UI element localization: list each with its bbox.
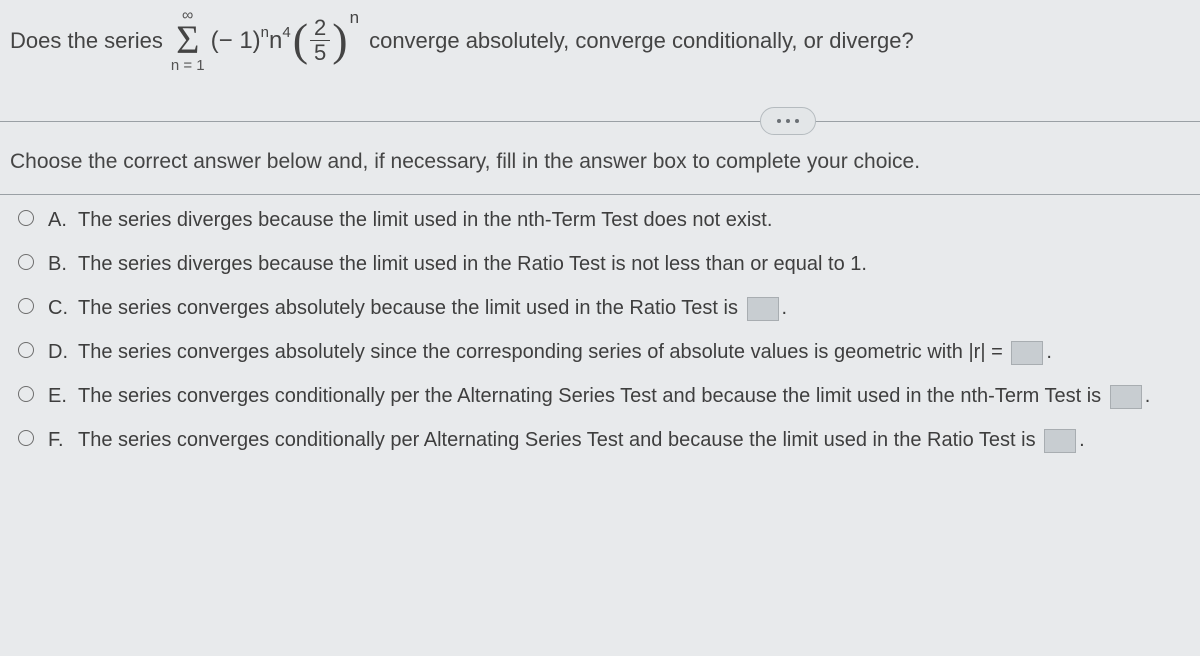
sigma-block: ∞ Σ n = 1 xyxy=(171,8,205,73)
option-b-text: The series diverges because the limit us… xyxy=(78,249,1190,279)
option-f[interactable]: F. The series converges conditionally pe… xyxy=(18,425,1190,455)
option-e[interactable]: E. The series converges conditionally pe… xyxy=(18,381,1190,411)
series-term: (− 1)nn4 xyxy=(211,26,291,55)
sigma-symbol: Σ xyxy=(176,24,199,56)
left-paren: ( xyxy=(293,22,308,59)
divider xyxy=(0,121,1200,122)
answer-box-e[interactable] xyxy=(1110,385,1142,409)
option-b[interactable]: B. The series diverges because the limit… xyxy=(18,249,1190,279)
option-a-letter: A. xyxy=(48,205,78,235)
series-expression: ∞ Σ n = 1 (− 1)nn4 ( 2 5 ) n xyxy=(171,8,361,73)
question-container: Does the series ∞ Σ n = 1 (− 1)nn4 ( 2 5 xyxy=(0,0,1200,656)
question-prefix: Does the series xyxy=(10,28,163,54)
option-f-text: The series converges conditionally per A… xyxy=(78,425,1190,455)
option-c-letter: C. xyxy=(48,293,78,323)
question-suffix: converge absolutely, converge conditiona… xyxy=(369,28,914,54)
option-a[interactable]: A. The series diverges because the limit… xyxy=(18,205,1190,235)
option-d-letter: D. xyxy=(48,337,78,367)
fraction-denominator: 5 xyxy=(310,41,330,65)
option-e-text: The series converges conditionally per t… xyxy=(78,381,1190,411)
option-c[interactable]: C. The series converges absolutely becau… xyxy=(18,293,1190,323)
radio-a[interactable] xyxy=(18,210,34,226)
answer-box-f[interactable] xyxy=(1044,429,1076,453)
option-a-text: The series diverges because the limit us… xyxy=(78,205,1190,235)
option-d[interactable]: D. The series converges absolutely since… xyxy=(18,337,1190,367)
sigma-lower: n = 1 xyxy=(171,58,205,73)
radio-e[interactable] xyxy=(18,386,34,402)
fraction: 2 5 xyxy=(310,16,330,66)
option-e-letter: E. xyxy=(48,381,78,411)
instruction-text: Choose the correct answer below and, if … xyxy=(0,132,1200,180)
fraction-exponent: n xyxy=(350,8,359,28)
fraction-numerator: 2 xyxy=(310,16,330,40)
option-d-text: The series converges absolutely since th… xyxy=(78,337,1190,367)
expand-pill[interactable] xyxy=(760,107,816,135)
option-c-text: The series converges absolutely because … xyxy=(78,293,1190,323)
radio-b[interactable] xyxy=(18,254,34,270)
answer-box-c[interactable] xyxy=(747,297,779,321)
ellipsis-icon xyxy=(777,119,799,123)
option-b-letter: B. xyxy=(48,249,78,279)
option-f-letter: F. xyxy=(48,425,78,455)
radio-c[interactable] xyxy=(18,298,34,314)
answer-options: A. The series diverges because the limit… xyxy=(0,195,1200,479)
radio-f[interactable] xyxy=(18,430,34,446)
radio-d[interactable] xyxy=(18,342,34,358)
answer-box-d[interactable] xyxy=(1011,341,1043,365)
fraction-block: ( 2 5 ) n xyxy=(293,16,359,66)
right-paren: ) xyxy=(332,22,347,59)
question-prompt: Does the series ∞ Σ n = 1 (− 1)nn4 ( 2 5 xyxy=(0,0,1200,103)
divider-line xyxy=(0,121,1200,122)
